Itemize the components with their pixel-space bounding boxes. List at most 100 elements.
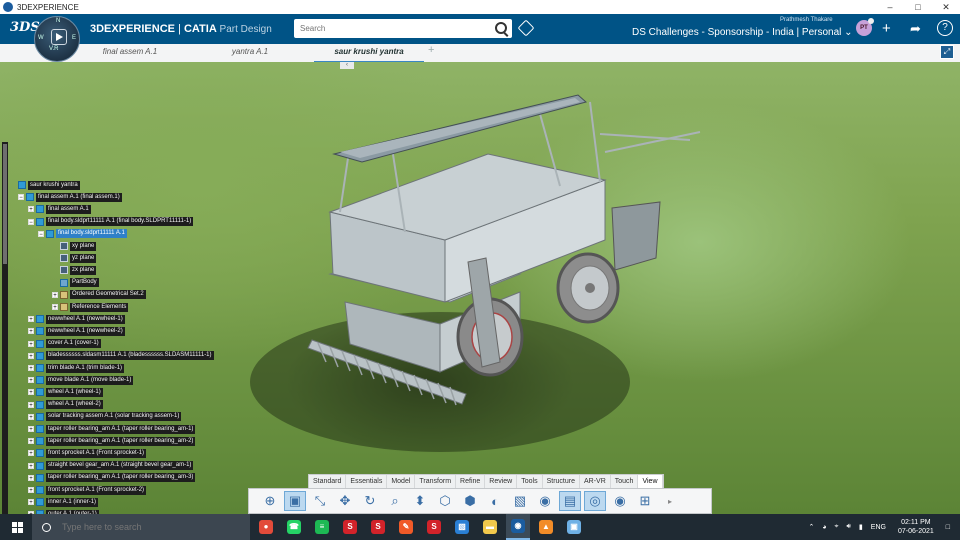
section-tab-view[interactable]: View	[638, 475, 663, 489]
maximize-button[interactable]: □	[904, 2, 932, 12]
iso-view-icon[interactable]: ⬡	[434, 491, 456, 511]
eye-icon[interactable]: ◉	[609, 491, 631, 511]
tree-node[interactable]: + inner A.1 (inner-1)	[28, 497, 99, 507]
collapse-icon[interactable]: −	[38, 230, 44, 238]
edraw-app[interactable]: ✎	[394, 514, 418, 540]
section-tab-tools[interactable]: Tools	[517, 475, 543, 489]
section-tab-standard[interactable]: Standard	[309, 475, 347, 489]
tree-node[interactable]: + bladessssss.sldasm11111 A.1 (bladesssss…	[28, 351, 214, 361]
tree-node[interactable]: + wheel A.1 (wheel-2)	[28, 400, 103, 410]
normal-view-icon[interactable]: ⬍	[409, 491, 431, 511]
collapse-icon[interactable]: −	[28, 218, 34, 226]
zoom-area-icon[interactable]: ⌕	[384, 491, 406, 511]
more-tools-icon[interactable]: ▸	[659, 491, 681, 511]
tree-node[interactable]: yz plane	[52, 253, 97, 263]
tree-node[interactable]: + trim blade A.1 (trim blade-1)	[28, 363, 125, 373]
tree-root[interactable]: saur krushi yantra	[18, 180, 80, 190]
minimize-button[interactable]: –	[876, 2, 904, 12]
expand-icon[interactable]: +	[28, 438, 34, 445]
expand-icon[interactable]: +	[28, 365, 34, 372]
search-icon[interactable]	[495, 22, 507, 34]
section-tab-refine[interactable]: Refine	[456, 475, 486, 489]
close-button[interactable]: ✕	[932, 2, 960, 13]
volume-icon[interactable]: 🔊︎	[847, 523, 851, 531]
pan-icon[interactable]: ✥	[334, 491, 356, 511]
tree-scrollbar[interactable]	[2, 142, 8, 514]
tree-node[interactable]: + final assem A.1	[28, 204, 91, 214]
language-indicator[interactable]: ENG	[871, 524, 886, 531]
section-tab-touch[interactable]: Touch	[611, 475, 639, 489]
solidworks-app-2[interactable]: S	[366, 514, 390, 540]
render-style-icon[interactable]: ⬢	[459, 491, 481, 511]
tree-node[interactable]: − final body.sldprt11111 A.1	[38, 229, 127, 239]
expand-icon[interactable]: +	[28, 206, 34, 213]
compass-widget[interactable]: N W E V.R	[34, 16, 80, 62]
tree-node[interactable]: + straight bevel gear_am A.1 (straight be…	[28, 461, 194, 471]
search-box[interactable]	[294, 19, 512, 38]
tree-node[interactable]: + wheel A.1 (wheel-1)	[28, 387, 103, 397]
hide-show-icon[interactable]: ◉	[534, 491, 556, 511]
tree-node[interactable]: + newwheel A.1 (newwheel-1)	[28, 314, 125, 324]
avatar[interactable]: PT	[856, 18, 874, 36]
tree-node[interactable]: xy plane	[52, 241, 97, 251]
tree-node[interactable]: + front sprocket A.1 (Front sprocket-2)	[28, 485, 147, 495]
clock[interactable]: 02:11 PM 07-06-2021	[898, 518, 934, 536]
add-icon[interactable]: +	[882, 21, 891, 36]
tab-saur-krushi-yantra[interactable]: saur krushi yantra	[314, 44, 424, 63]
section-tab-structure[interactable]: Structure	[543, 475, 580, 489]
battery-icon[interactable]: ▮	[859, 523, 863, 531]
expand-icon[interactable]: +	[28, 413, 34, 421]
paint-app[interactable]: ▣	[562, 514, 586, 540]
expand-icon[interactable]: +	[28, 474, 34, 482]
section-icon[interactable]: ◎	[584, 491, 606, 511]
collapse-icon[interactable]: −	[18, 194, 24, 201]
tree-node[interactable]: + front sprocket A.1 (Front sprocket-1)	[28, 448, 147, 458]
tree-node[interactable]: − final body.sldprt11111 A.1 (final body.…	[28, 217, 194, 227]
play-icon[interactable]	[51, 29, 67, 45]
tree-node[interactable]: + move blade A.1 (move blade-1)	[28, 375, 134, 385]
expand-icon[interactable]: +	[52, 304, 58, 311]
file-explorer-app[interactable]: ▬	[478, 514, 502, 540]
spotify-app[interactable]: ≡	[310, 514, 334, 540]
tree-node[interactable]: PartBody	[52, 278, 99, 288]
whatsapp-app[interactable]: ☎	[282, 514, 306, 540]
fit-all-icon[interactable]: ⤡	[309, 491, 331, 511]
chrome-app[interactable]: ●	[254, 514, 278, 540]
taskbar-search-input[interactable]	[60, 521, 244, 533]
tree-node[interactable]: + taper roller bearing_am A.1 (taper roll…	[28, 473, 196, 483]
expand-icon[interactable]: +	[28, 450, 34, 457]
section-tab-transform[interactable]: Transform	[415, 475, 457, 489]
layout-icon[interactable]: ⊞	[634, 491, 656, 511]
3dexperience-app[interactable]: ◉	[506, 514, 530, 540]
expand-icon[interactable]: +	[28, 499, 34, 506]
ambience-icon[interactable]: ▧	[509, 491, 531, 511]
tree-node[interactable]: + solar tracking assem A.1 (solar trackin…	[28, 412, 182, 422]
notifications-icon[interactable]: □	[946, 524, 950, 531]
chevron-up-icon[interactable]: ⌃	[808, 523, 814, 531]
add-tab-button[interactable]: +	[428, 44, 434, 56]
3d-viewport[interactable]: saur krushi yantra − final assem A.1 (fin…	[0, 62, 960, 514]
rotate-icon[interactable]: ↻	[359, 491, 381, 511]
tree-node[interactable]: + Ordered Geometrical Set.2	[52, 290, 146, 300]
share-icon[interactable]: ➦	[910, 21, 921, 36]
expand-icon[interactable]: +	[28, 426, 34, 433]
tree-node[interactable]: + Reference Elements	[52, 302, 129, 312]
expand-icon[interactable]: +	[28, 389, 34, 396]
section-tab-ar-vr[interactable]: AR-VR	[580, 475, 611, 489]
expand-icon[interactable]: +	[28, 328, 34, 335]
tag-icon[interactable]	[517, 19, 535, 37]
expand-icon[interactable]: +	[28, 316, 34, 323]
search-input[interactable]	[298, 19, 492, 38]
zoom-icon[interactable]: ⊕	[259, 491, 281, 511]
collapse-panel-button[interactable]: ‹	[340, 62, 354, 69]
scrollbar-thumb[interactable]	[3, 144, 7, 264]
shading-icon[interactable]: ◐	[484, 491, 506, 511]
tree-node[interactable]: zx plane	[52, 265, 97, 275]
view-mode-icon[interactable]: ▣	[284, 491, 306, 511]
taskbar-search[interactable]	[32, 514, 250, 540]
tab-yantra[interactable]: yantra A.1	[200, 44, 300, 61]
wifi-icon[interactable]: ⌖	[835, 523, 839, 531]
help-icon[interactable]: ?	[937, 20, 953, 36]
start-button[interactable]	[6, 514, 28, 540]
tree-node[interactable]: + taper roller bearing_am A.1 (taper roll…	[28, 424, 196, 434]
